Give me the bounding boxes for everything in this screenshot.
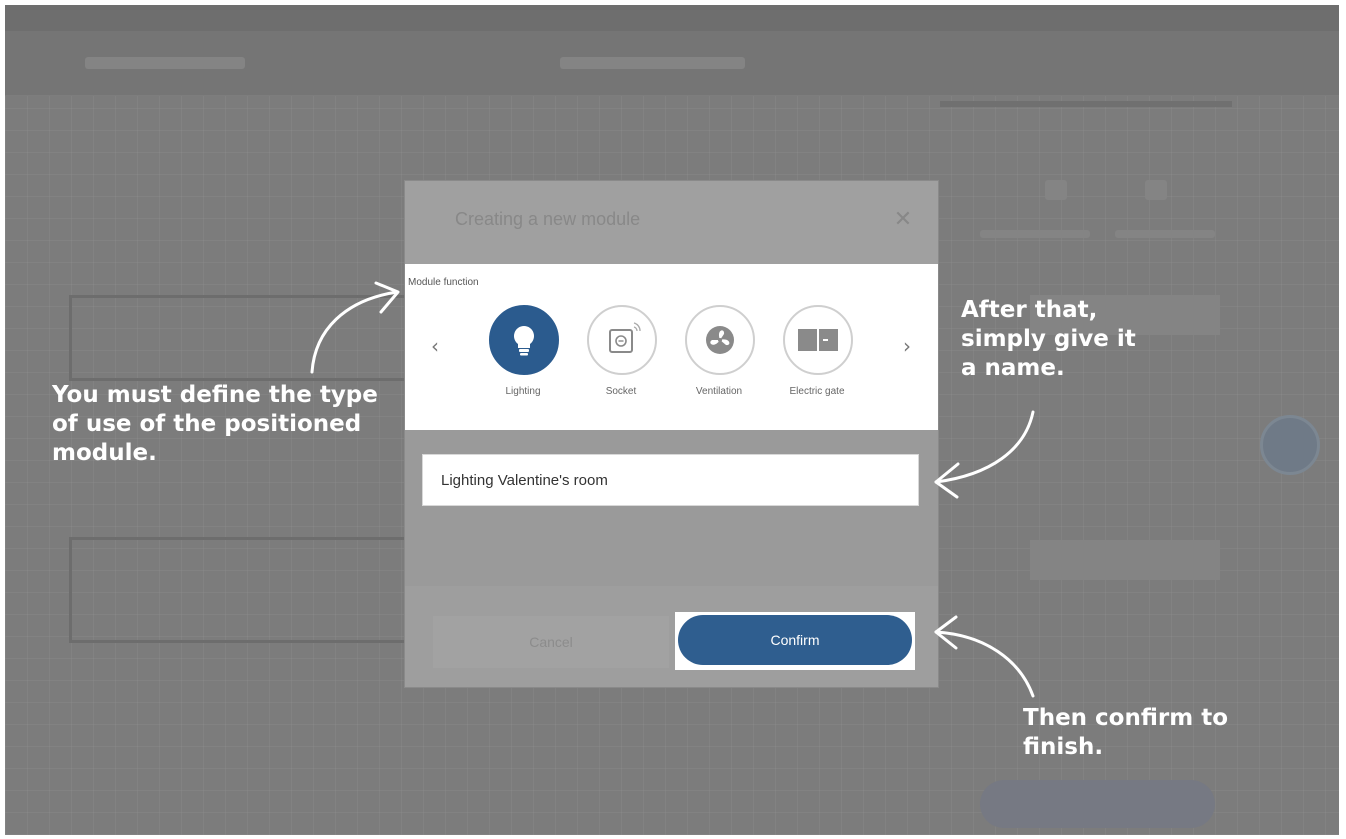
right-panel-label-b (1115, 230, 1215, 238)
fan-icon (706, 326, 734, 354)
app-bar-title-placeholder (560, 57, 745, 69)
chevron-left-icon[interactable]: ‹ (425, 334, 445, 358)
annotation-give-name: After that, simply give it a name. (961, 296, 1136, 383)
function-option-ventilation[interactable]: Ventilation (675, 302, 765, 402)
module-name-input[interactable] (422, 454, 919, 506)
right-panel-counter-a (1045, 180, 1067, 200)
lightbulb-icon (514, 326, 534, 356)
function-option-circle (587, 305, 657, 375)
function-option-circle (783, 305, 853, 375)
gate-icon (798, 329, 838, 351)
annotation-text-line: simply give it (961, 326, 1136, 352)
function-option-label: Ventilation (695, 386, 743, 397)
function-option-circle (685, 305, 755, 375)
dialog-footer: Cancel Confirm (405, 586, 938, 687)
create-module-dialog: Creating a new module ✕ Module function … (405, 181, 938, 687)
app-bar (5, 31, 1339, 96)
confirm-button-highlight: Confirm (675, 612, 915, 670)
annotation-text-line: Then confirm to (1023, 705, 1229, 731)
floorplan-room-outline-2 (69, 537, 411, 643)
module-function-panel: Module function ‹ Lighting Socket Ventil… (405, 264, 938, 430)
annotation-text-line: finish. (1023, 734, 1104, 760)
function-option-label: Lighting (505, 386, 541, 397)
dialog-title: Creating a new module (455, 209, 641, 229)
socket-icon (609, 322, 641, 353)
status-bar (5, 5, 1339, 31)
annotation-define-type: You must define the type of use of the p… (52, 381, 378, 468)
confirm-button[interactable]: Confirm (678, 615, 912, 665)
annotation-text-line: of use of the positioned (52, 411, 362, 437)
close-icon[interactable]: ✕ (891, 207, 915, 231)
annotation-text-line: After that, (961, 297, 1098, 323)
annotation-text-line: You must define the type (52, 382, 378, 408)
status-bar-left-icons (17, 11, 39, 23)
floating-action-button-dimmed (1260, 415, 1320, 475)
app-bar-left-placeholder (85, 57, 245, 69)
chevron-right-icon[interactable]: › (897, 334, 917, 358)
function-option-label: Electric gate (789, 386, 845, 397)
function-option-circle (489, 305, 559, 375)
function-option-lighting[interactable]: Lighting (479, 302, 569, 402)
annotation-text-line: a name. (961, 355, 1065, 381)
function-option-socket[interactable]: Socket (577, 302, 667, 402)
right-panel-row-2 (1030, 540, 1220, 580)
right-panel-counter-b (1145, 180, 1167, 200)
cancel-button[interactable]: Cancel (433, 616, 669, 668)
right-panel-label-a (980, 230, 1090, 238)
bottom-action-button-dimmed (980, 780, 1215, 828)
floorplan-room-outline (69, 295, 411, 381)
function-option-electric-gate[interactable]: Electric gate (773, 302, 863, 402)
module-function-label: Module function (408, 277, 479, 288)
dialog-header: Creating a new module ✕ (405, 181, 938, 264)
right-panel-divider (940, 101, 1232, 107)
function-option-label: Socket (605, 386, 637, 397)
annotation-confirm: Then confirm to finish. (1023, 704, 1228, 762)
annotation-text-line: module. (52, 440, 157, 466)
